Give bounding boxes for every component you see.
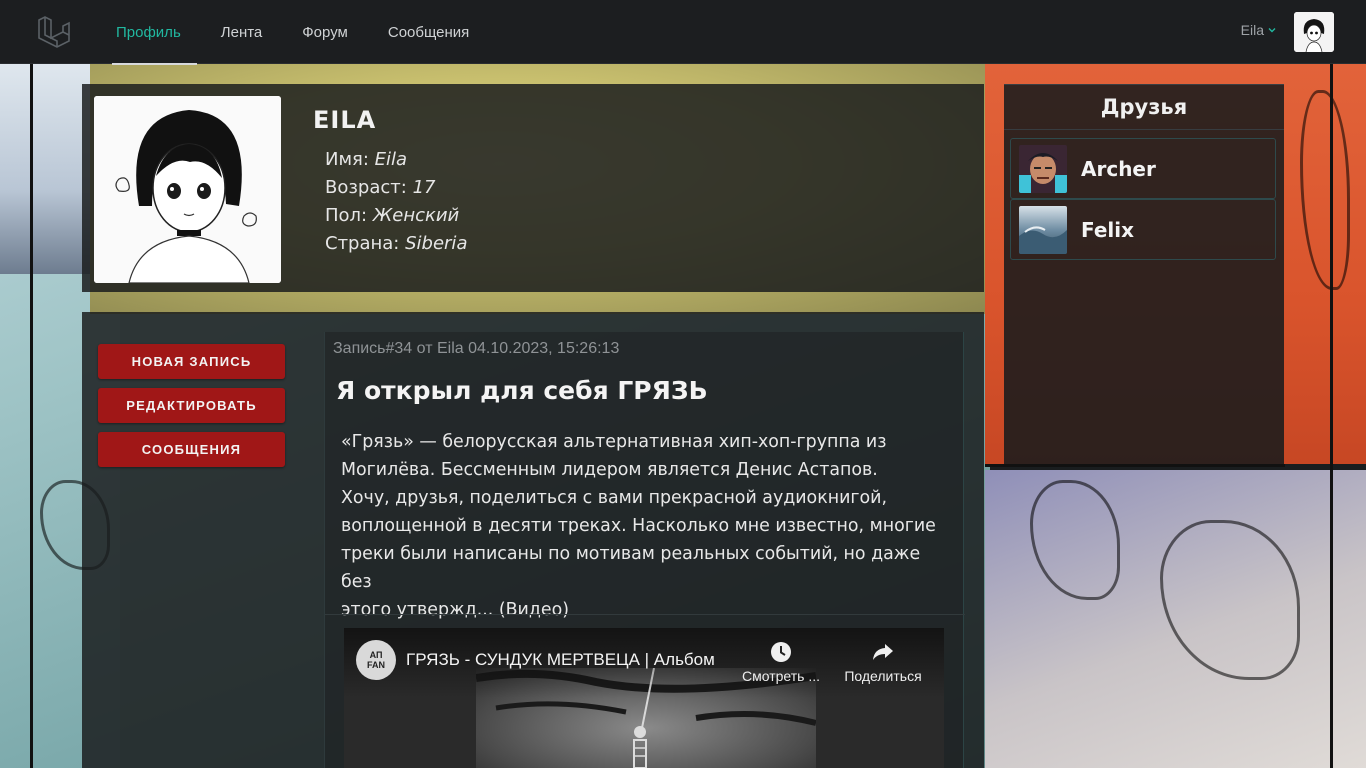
chevron-down-icon <box>1268 28 1276 33</box>
friend-avatar <box>1019 205 1067 254</box>
profile-field-country: Страна: Siberia <box>325 230 467 258</box>
post-body-line: треки были написаны по мотивам реальных … <box>341 544 921 592</box>
friends-title: Друзья <box>1100 95 1188 119</box>
post-body-line[interactable]: этого утвержд... (Видео) <box>341 596 951 624</box>
nav-link-messages[interactable]: Сообщения <box>364 0 485 64</box>
share-button[interactable]: Поделиться <box>838 640 928 684</box>
profile-info: Имя: Eila Возраст: 17 Пол: Женский Стран… <box>325 146 467 258</box>
edit-profile-button[interactable]: РЕДАКТИРОВАТЬ <box>98 388 285 423</box>
post-body-line: Хочу, друзья, поделиться с вами прекрасн… <box>341 488 887 508</box>
profile-avatar <box>94 96 281 283</box>
field-label: Пол: <box>325 205 368 226</box>
channel-logo-text: АП FAN <box>367 650 385 670</box>
post-body-line: «Грязь» — белорусская альтернативная хип… <box>341 432 887 452</box>
friends-panel: Друзья Archer Felix <box>1004 84 1284 464</box>
user-avatar[interactable] <box>1294 12 1334 52</box>
messages-button[interactable]: СООБЩЕНИЯ <box>98 432 285 467</box>
profile-username: EILA <box>313 106 377 134</box>
field-value: 17 <box>412 177 436 198</box>
new-post-button[interactable]: НОВАЯ ЗАПИСЬ <box>98 344 285 379</box>
profile-field-age: Возраст: 17 <box>325 174 467 202</box>
field-label: Страна: <box>325 233 400 254</box>
profile-card: EILA Имя: Eila Возраст: 17 Пол: Женский … <box>82 84 984 292</box>
post-body-line: Могилёва. Бессменным лидером является Де… <box>341 460 878 480</box>
post-divider <box>325 614 965 615</box>
post-body-line: воплощенной в десяти треках. Насколько м… <box>341 516 936 536</box>
post-title[interactable]: Я открыл для себя ГРЯЗЬ <box>336 376 708 405</box>
user-menu-name: Eila <box>1240 22 1264 38</box>
friend-item-felix[interactable]: Felix <box>1010 199 1276 260</box>
top-navbar: Профиль Лента Форум Сообщения Eila <box>0 0 1366 65</box>
field-label: Возраст: <box>325 177 407 198</box>
posts-column: Запись#34 от Eila 04.10.2023, 15:26:13 Я… <box>324 312 984 768</box>
post-meta: Запись#34 от Eila 04.10.2023, 15:26:13 <box>333 340 620 357</box>
nav-links: Профиль Лента Форум Сообщения <box>100 0 485 65</box>
profile-actions-sidebar: НОВАЯ ЗАПИСЬ РЕДАКТИРОВАТЬ СООБЩЕНИЯ <box>82 312 324 768</box>
youtube-embed[interactable]: АП FAN ГРЯЗЬ - СУНДУК МЕРТВЕЦА | Альбом … <box>344 628 944 768</box>
friend-name: Felix <box>1081 217 1135 242</box>
nav-link-profile[interactable]: Профиль <box>100 0 197 65</box>
bg-frame-line <box>1330 64 1333 768</box>
watch-later-button[interactable]: Смотреть ... <box>736 640 826 684</box>
nav-link-feed[interactable]: Лента <box>197 0 279 64</box>
profile-field-gender: Пол: Женский <box>325 202 467 230</box>
post-body: «Грязь» — белорусская альтернативная хип… <box>341 428 951 624</box>
friend-name: Archer <box>1081 156 1156 181</box>
friends-divider <box>1004 129 1284 130</box>
bg-frame-line <box>30 64 33 768</box>
field-label: Имя: <box>325 149 369 170</box>
bg-frame-line <box>985 464 1285 467</box>
field-value: Женский <box>372 205 460 226</box>
clock-icon <box>771 642 791 662</box>
share-icon <box>873 644 893 660</box>
field-value: Eila <box>374 149 408 170</box>
laravel-logo-icon[interactable] <box>36 14 72 50</box>
share-label: Поделиться <box>844 668 922 684</box>
friend-avatar <box>1019 144 1067 193</box>
profile-field-name: Имя: Eila <box>325 146 467 174</box>
user-menu-dropdown[interactable]: Eila <box>1241 22 1276 38</box>
channel-logo[interactable]: АП FAN <box>356 640 396 680</box>
nav-link-forum[interactable]: Форум <box>278 0 364 64</box>
video-title[interactable]: ГРЯЗЬ - СУНДУК МЕРТВЕЦА | Альбом <box>406 650 731 670</box>
watch-later-label: Смотреть ... <box>742 668 820 684</box>
field-value: Siberia <box>405 233 468 254</box>
post-card: Запись#34 от Eila 04.10.2023, 15:26:13 Я… <box>324 332 965 768</box>
friend-item-archer[interactable]: Archer <box>1010 138 1276 199</box>
